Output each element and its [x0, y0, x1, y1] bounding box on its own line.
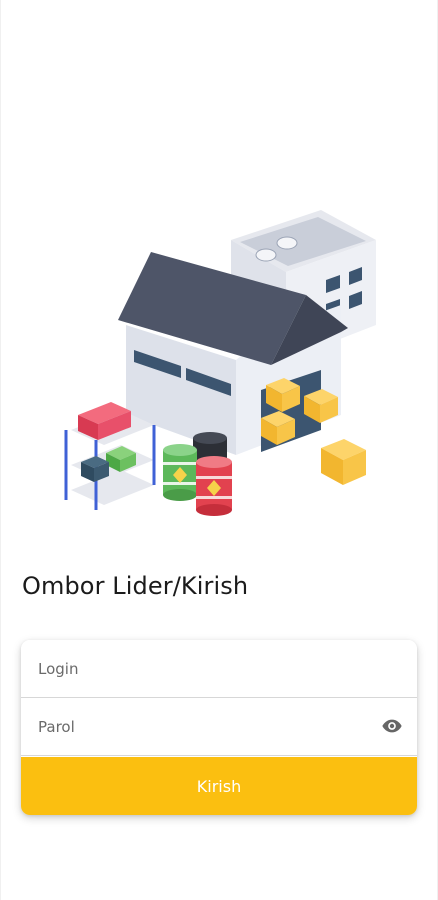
login-form: Kirish [21, 640, 417, 815]
login-screen: Ombor Lider/Kirish Kirish [0, 0, 438, 900]
password-input[interactable] [21, 698, 417, 755]
login-input[interactable] [21, 640, 417, 697]
eye-icon[interactable] [379, 715, 405, 737]
barrels [163, 432, 232, 516]
login-button[interactable]: Kirish [21, 757, 417, 815]
warehouse-illustration [64, 210, 376, 516]
page-title: Ombor Lider/Kirish [22, 572, 249, 600]
login-field-container [21, 640, 417, 698]
password-field-container [21, 698, 417, 756]
